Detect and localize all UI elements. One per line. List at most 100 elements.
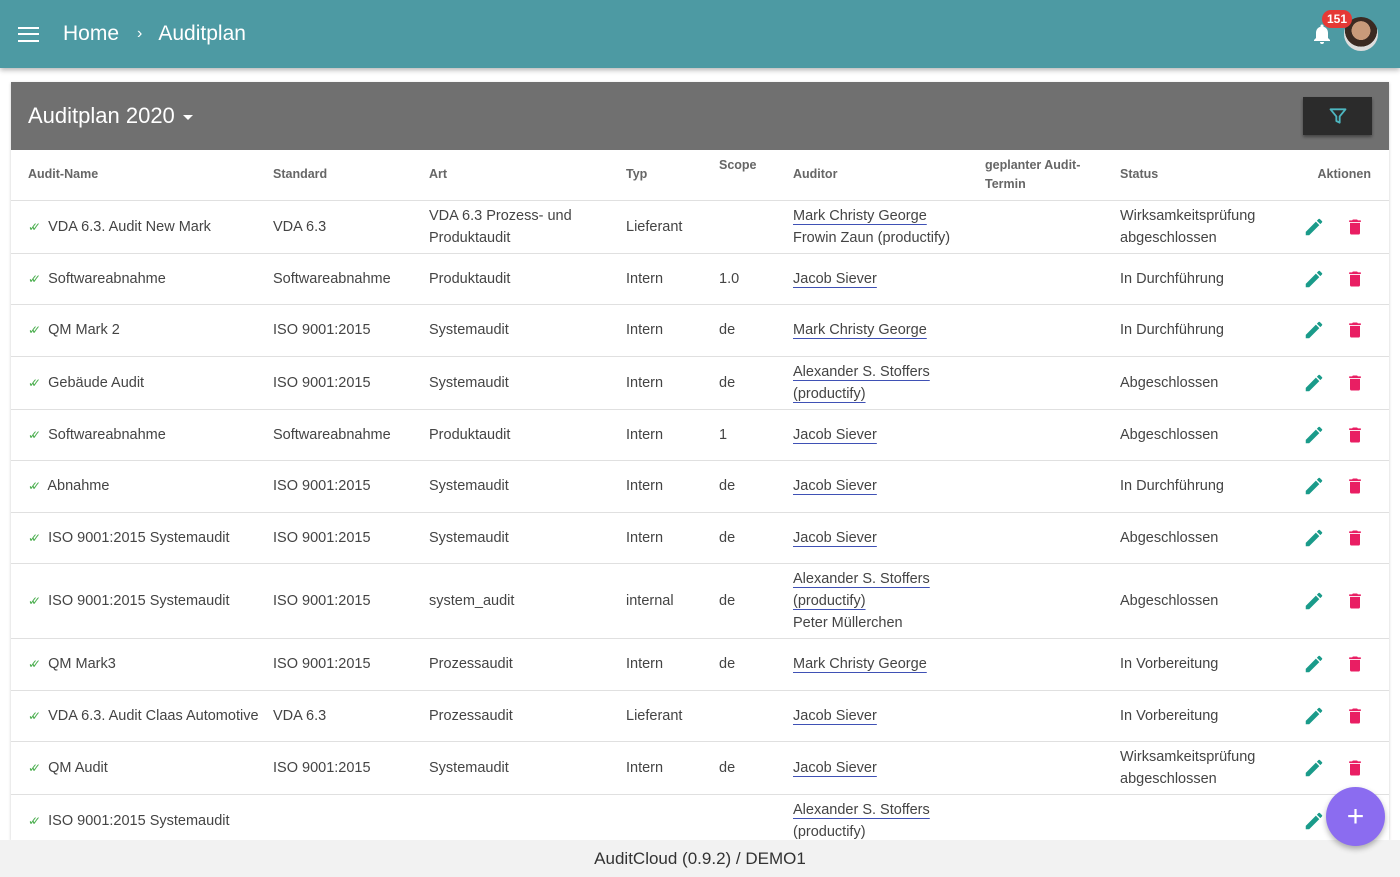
audit-name[interactable]: Softwareabnahme <box>48 271 166 287</box>
audit-name[interactable]: ISO 9001:2015 Systemaudit <box>48 593 229 609</box>
hamburger-menu-icon[interactable] <box>18 26 39 42</box>
auditor-link[interactable]: Mark Christy George <box>793 653 985 675</box>
auditor-link[interactable]: Mark Christy George <box>793 319 985 341</box>
add-audit-button[interactable]: + <box>1326 787 1385 846</box>
edit-icon[interactable] <box>1303 590 1325 612</box>
edit-icon[interactable] <box>1303 372 1325 394</box>
notifications-button[interactable]: 151 <box>1310 10 1353 46</box>
column-header[interactable]: Auditor <box>793 150 985 201</box>
standard-cell: ISO 9001:2015 <box>273 638 429 691</box>
filter-icon <box>1329 108 1346 124</box>
typ-cell: Intern <box>626 409 719 461</box>
column-header[interactable]: Aktionen <box>1290 150 1389 201</box>
delete-icon[interactable] <box>1345 424 1365 446</box>
status-cell: Wirksamkeitsprüfung abgeschlossen <box>1120 741 1290 795</box>
audit-name[interactable]: QM Audit <box>48 760 108 776</box>
table-row[interactable]: ✓✓ ISO 9001:2015 Systemaudit ISO 9001:20… <box>11 512 1389 564</box>
double-check-icon: ✓✓ <box>28 530 41 545</box>
table-row[interactable]: ✓✓ VDA 6.3. Audit New Mark VDA 6.3 VDA 6… <box>11 200 1389 254</box>
double-check-icon: ✓✓ <box>28 375 41 390</box>
scope-cell: 1.0 <box>719 253 793 305</box>
standard-cell: ISO 9001:2015 <box>273 460 429 513</box>
delete-icon[interactable] <box>1345 653 1365 675</box>
edit-icon[interactable] <box>1303 216 1325 238</box>
standard-cell: Softwareabnahme <box>273 253 429 305</box>
table-row[interactable]: ✓✓ Softwareabnahme Softwareabnahme Produ… <box>11 253 1389 305</box>
filter-button[interactable] <box>1303 97 1372 135</box>
auditor-link[interactable]: Jacob Siever <box>793 268 985 290</box>
audit-name[interactable]: QM Mark3 <box>48 656 116 672</box>
breadcrumb-current: Auditplan <box>158 22 246 45</box>
auditor-link[interactable]: Mark Christy George <box>793 205 985 227</box>
column-header[interactable]: Standard <box>273 150 429 201</box>
auditor-link[interactable]: Alexander S. Stoffers (productify) <box>793 361 985 405</box>
termin-cell <box>985 253 1120 305</box>
delete-icon[interactable] <box>1345 372 1365 394</box>
auditor-cell: Jacob Siever <box>793 741 985 795</box>
audit-name[interactable]: ISO 9001:2015 Systemaudit <box>48 813 229 829</box>
delete-icon[interactable] <box>1345 590 1365 612</box>
double-check-icon: ✓✓ <box>28 271 41 286</box>
standard-cell: Softwareabnahme <box>273 409 429 461</box>
auditor-link[interactable]: Jacob Siever <box>793 475 985 497</box>
delete-icon[interactable] <box>1345 268 1365 290</box>
delete-icon[interactable] <box>1345 319 1365 341</box>
column-header[interactable]: geplanter Audit-Termin <box>985 150 1120 201</box>
audit-name[interactable]: Gebäude Audit <box>48 375 144 391</box>
table-row[interactable]: ✓✓ QM Audit ISO 9001:2015 Systemaudit In… <box>11 741 1389 795</box>
column-header[interactable]: Scope <box>719 150 793 201</box>
table-row[interactable]: ✓✓ ISO 9001:2015 Systemaudit Alexander S… <box>11 794 1389 840</box>
typ-cell: Lieferant <box>626 200 719 254</box>
scope-cell <box>719 690 793 742</box>
table-row[interactable]: ✓✓ VDA 6.3. Audit Claas Automotive VDA 6… <box>11 690 1389 742</box>
table-row[interactable]: ✓✓ Abnahme ISO 9001:2015 Systemaudit Int… <box>11 460 1389 513</box>
delete-icon[interactable] <box>1345 216 1365 238</box>
edit-icon[interactable] <box>1303 810 1325 832</box>
edit-icon[interactable] <box>1303 475 1325 497</box>
audit-name[interactable]: VDA 6.3. Audit New Mark <box>48 219 211 235</box>
scope-cell: de <box>719 638 793 691</box>
auditplan-selector[interactable]: Auditplan 2020 <box>28 103 193 129</box>
breadcrumb-home[interactable]: Home <box>63 22 119 46</box>
table-row[interactable]: ✓✓ Softwareabnahme Softwareabnahme Produ… <box>11 409 1389 461</box>
delete-icon[interactable] <box>1345 705 1365 727</box>
edit-icon[interactable] <box>1303 653 1325 675</box>
delete-icon[interactable] <box>1345 475 1365 497</box>
edit-icon[interactable] <box>1303 757 1325 779</box>
table-row[interactable]: ✓✓ Gebäude Audit ISO 9001:2015 Systemaud… <box>11 356 1389 410</box>
audit-name[interactable]: QM Mark 2 <box>48 322 120 338</box>
edit-icon[interactable] <box>1303 705 1325 727</box>
auditor-link[interactable]: Jacob Siever <box>793 757 985 779</box>
termin-cell <box>985 794 1120 840</box>
column-header[interactable]: Typ <box>626 150 719 201</box>
auditor-link[interactable]: Jacob Siever <box>793 527 985 549</box>
standard-cell: ISO 9001:2015 <box>273 741 429 795</box>
audit-name[interactable]: Softwareabnahme <box>48 427 166 443</box>
termin-cell <box>985 690 1120 742</box>
edit-icon[interactable] <box>1303 268 1325 290</box>
auditor-cell: Alexander S. Stoffers (productify) Peter … <box>793 563 985 639</box>
audit-name[interactable]: Abnahme <box>47 478 109 494</box>
edit-icon[interactable] <box>1303 319 1325 341</box>
auditor-link[interactable]: Alexander S. Stoffers (productify) <box>793 799 985 840</box>
audit-name[interactable]: VDA 6.3. Audit Claas Automotive <box>48 708 258 724</box>
status-cell <box>1120 794 1290 840</box>
auditor-link[interactable]: Jacob Siever <box>793 424 985 446</box>
table-row[interactable]: ✓✓ ISO 9001:2015 Systemaudit ISO 9001:20… <box>11 563 1389 639</box>
table-row[interactable]: ✓✓ QM Mark 2 ISO 9001:2015 Systemaudit I… <box>11 304 1389 357</box>
auditor-link[interactable]: Alexander S. Stoffers (productify) <box>793 568 985 612</box>
art-cell: Prozessaudit <box>429 638 626 691</box>
art-cell: Systemaudit <box>429 304 626 357</box>
termin-cell <box>985 512 1120 564</box>
edit-icon[interactable] <box>1303 527 1325 549</box>
column-header[interactable]: Status <box>1120 150 1290 201</box>
edit-icon[interactable] <box>1303 424 1325 446</box>
delete-icon[interactable] <box>1345 757 1365 779</box>
audit-name[interactable]: ISO 9001:2015 Systemaudit <box>48 530 229 546</box>
table-row[interactable]: ✓✓ QM Mark3 ISO 9001:2015 Prozessaudit I… <box>11 638 1389 691</box>
column-header[interactable]: Audit-Name <box>11 150 273 201</box>
auditor-link[interactable]: Jacob Siever <box>793 705 985 727</box>
art-cell: Systemaudit <box>429 512 626 564</box>
column-header[interactable]: Art <box>429 150 626 201</box>
delete-icon[interactable] <box>1345 527 1365 549</box>
